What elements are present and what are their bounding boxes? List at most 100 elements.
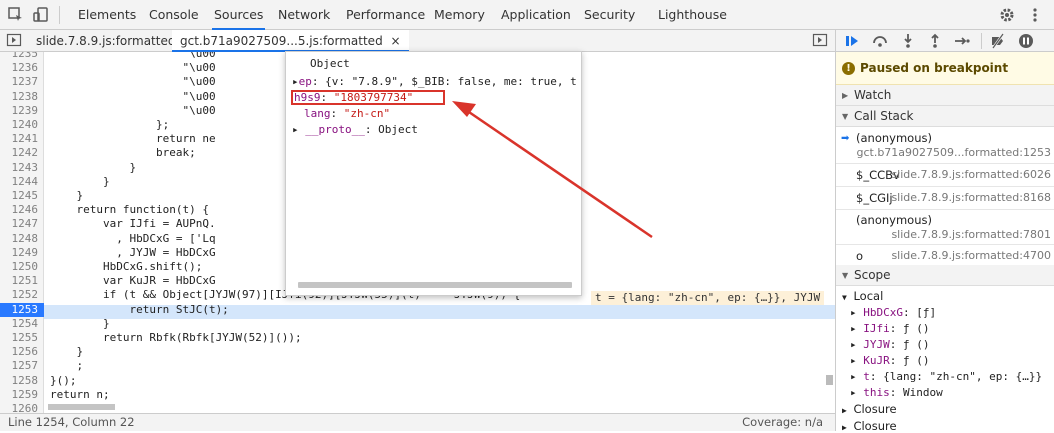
line-number[interactable]: 1260 bbox=[0, 402, 39, 413]
line-number[interactable]: 1237 bbox=[0, 75, 39, 89]
tab-elements[interactable]: Elements bbox=[76, 0, 138, 30]
line-number[interactable]: 1255 bbox=[0, 331, 39, 345]
scope-local-header[interactable]: ▼ Local bbox=[842, 289, 883, 303]
code-line[interactable]: return ne bbox=[50, 132, 216, 146]
step-over-icon[interactable] bbox=[872, 33, 888, 49]
frame-location[interactable]: slide.7.8.9.js:formatted:8168 bbox=[891, 191, 1051, 204]
code-line[interactable]: } bbox=[50, 161, 136, 175]
line-number[interactable]: 1259 bbox=[0, 388, 39, 402]
code-line[interactable]: "\u00 bbox=[50, 52, 215, 61]
scope-variable[interactable]: ▸ KuJR: ƒ () bbox=[850, 354, 930, 367]
code-line[interactable]: "\u00 bbox=[50, 104, 215, 118]
line-number[interactable]: 1246 bbox=[0, 203, 39, 217]
line-number[interactable]: 1258 bbox=[0, 374, 39, 388]
frame-location[interactable]: slide.7.8.9.js:formatted:7801 bbox=[891, 228, 1051, 241]
step-out-icon[interactable] bbox=[927, 33, 943, 49]
line-number[interactable]: 1240 bbox=[0, 118, 39, 132]
line-number[interactable]: 1245 bbox=[0, 189, 39, 203]
inspect-element-icon[interactable] bbox=[7, 6, 25, 24]
code-line[interactable]: return Rbfk(Rbfk[JYJW(52)]()); bbox=[50, 331, 302, 345]
scope-variable[interactable]: ▸ JYJW: ƒ () bbox=[850, 338, 930, 351]
editor-horizontal-scrollbar[interactable] bbox=[48, 404, 115, 410]
code-line[interactable]: var IJfi = AUPnQ. bbox=[50, 217, 216, 231]
popover-prop-proto[interactable]: ▸ __proto__: Object bbox=[292, 122, 418, 138]
tab-application[interactable]: Application bbox=[499, 0, 573, 30]
close-tab-icon[interactable]: × bbox=[391, 34, 401, 48]
step-into-icon[interactable] bbox=[900, 33, 916, 49]
frame-location[interactable]: slide.7.8.9.js:formatted:6026 bbox=[891, 168, 1051, 181]
code-line[interactable]: } bbox=[50, 317, 110, 331]
code-line[interactable]: break; bbox=[50, 146, 196, 160]
step-icon[interactable] bbox=[954, 33, 970, 49]
tab-security[interactable]: Security bbox=[582, 0, 637, 30]
code-line[interactable]: } bbox=[50, 175, 110, 189]
callstack-frame[interactable]: $_CGIj slide.7.8.9.js:formatted:8168 bbox=[836, 187, 1054, 209]
toggle-debugger-icon[interactable] bbox=[812, 32, 830, 50]
file-tab-gct[interactable]: gct.b71a9027509...5.js:formatted × bbox=[172, 30, 409, 52]
code-line[interactable]: "\u00 bbox=[50, 61, 215, 75]
code-line[interactable]: "\u00 bbox=[50, 90, 215, 104]
settings-gear-icon[interactable] bbox=[998, 6, 1016, 24]
line-number[interactable]: 1248 bbox=[0, 232, 39, 246]
expand-triangle-icon[interactable]: ▸ bbox=[292, 123, 305, 136]
line-number[interactable]: 1242 bbox=[0, 146, 39, 160]
line-number[interactable]: 1253 bbox=[0, 302, 44, 317]
line-number[interactable]: 1247 bbox=[0, 217, 39, 231]
callstack-frame[interactable]: $_CCBv slide.7.8.9.js:formatted:6026 bbox=[836, 164, 1054, 186]
tab-console[interactable]: Console bbox=[147, 0, 201, 30]
code-line[interactable]: ; bbox=[50, 359, 83, 373]
line-number[interactable]: 1254 bbox=[0, 317, 39, 331]
line-number[interactable]: 1243 bbox=[0, 161, 39, 175]
scope-variable[interactable]: ▸ this: Window bbox=[850, 386, 943, 399]
frame-location[interactable]: gct.b71a9027509...formatted:1253 bbox=[856, 146, 1051, 159]
file-tab-slide[interactable]: slide.7.8.9.js:formatted bbox=[36, 30, 175, 52]
callstack-section-header[interactable]: ▼ Call Stack bbox=[836, 106, 1054, 127]
pause-on-exceptions-icon[interactable] bbox=[1018, 33, 1034, 49]
scope-variable[interactable]: ▸ t: {lang: "zh-cn", ep: {…}} bbox=[850, 370, 1042, 383]
line-number[interactable]: 1244 bbox=[0, 175, 39, 189]
deactivate-breakpoints-icon[interactable] bbox=[990, 33, 1006, 49]
line-number[interactable]: 1252 bbox=[0, 288, 39, 302]
code-line[interactable]: }; bbox=[50, 118, 169, 132]
callstack-frame[interactable]: ➡ (anonymous) gct.b71a9027509...formatte… bbox=[836, 127, 1054, 163]
code-line[interactable]: return function(t) { bbox=[50, 203, 208, 217]
editor-vertical-scrollbar[interactable] bbox=[826, 375, 833, 385]
code-line[interactable]: , JYJW = HbDCxG bbox=[50, 246, 215, 260]
resume-icon[interactable] bbox=[844, 33, 860, 49]
popover-scrollbar[interactable] bbox=[298, 282, 572, 288]
code-line[interactable]: HbDCxG.shift(); bbox=[50, 260, 202, 274]
line-number[interactable]: 1250 bbox=[0, 260, 39, 274]
tab-sources[interactable]: Sources bbox=[212, 0, 266, 30]
code-line[interactable]: , HbDCxG = ['Lq bbox=[50, 232, 215, 246]
code-line[interactable]: return n; bbox=[50, 388, 110, 402]
code-line[interactable]: "\u00 bbox=[50, 75, 215, 89]
callstack-frame[interactable]: o slide.7.8.9.js:formatted:4700 bbox=[836, 245, 1054, 267]
toggle-navigator-icon[interactable] bbox=[6, 32, 24, 50]
popover-prop-ep[interactable]: ▸ep: {v: "7.8.9", $_BIB: false, me: true… bbox=[292, 74, 577, 90]
popover-prop-lang[interactable]: lang: "zh-cn" bbox=[304, 106, 390, 122]
code-line[interactable]: return StJC(t); bbox=[50, 303, 228, 317]
line-number[interactable]: 1235 bbox=[0, 52, 39, 61]
scope-variable[interactable]: ▸ IJfi: ƒ () bbox=[850, 322, 930, 335]
code-line[interactable]: } bbox=[50, 189, 83, 203]
device-toolbar-icon[interactable] bbox=[32, 6, 50, 24]
callstack-frame[interactable]: (anonymous) slide.7.8.9.js:formatted:780… bbox=[836, 210, 1054, 244]
more-options-icon[interactable] bbox=[1026, 6, 1044, 24]
line-number[interactable]: 1251 bbox=[0, 274, 39, 288]
line-number[interactable]: 1236 bbox=[0, 61, 39, 75]
line-number[interactable]: 1238 bbox=[0, 90, 39, 104]
code-line[interactable]: }(); bbox=[50, 374, 77, 388]
line-number[interactable]: 1256 bbox=[0, 345, 39, 359]
expand-triangle-icon[interactable]: ▸ bbox=[292, 75, 299, 88]
scope-section-header[interactable]: ▼ Scope bbox=[836, 265, 1054, 286]
line-number[interactable]: 1249 bbox=[0, 246, 39, 260]
tab-performance[interactable]: Performance bbox=[344, 0, 427, 30]
scope-variable[interactable]: ▸ HbDCxG: [ƒ] bbox=[850, 306, 936, 319]
tab-network[interactable]: Network bbox=[276, 0, 332, 30]
frame-location[interactable]: slide.7.8.9.js:formatted:4700 bbox=[891, 249, 1051, 262]
tab-memory[interactable]: Memory bbox=[432, 0, 487, 30]
line-number[interactable]: 1241 bbox=[0, 132, 39, 146]
line-number[interactable]: 1257 bbox=[0, 359, 39, 373]
watch-section-header[interactable]: ▶ Watch bbox=[836, 85, 1054, 106]
code-line[interactable]: } bbox=[50, 345, 83, 359]
